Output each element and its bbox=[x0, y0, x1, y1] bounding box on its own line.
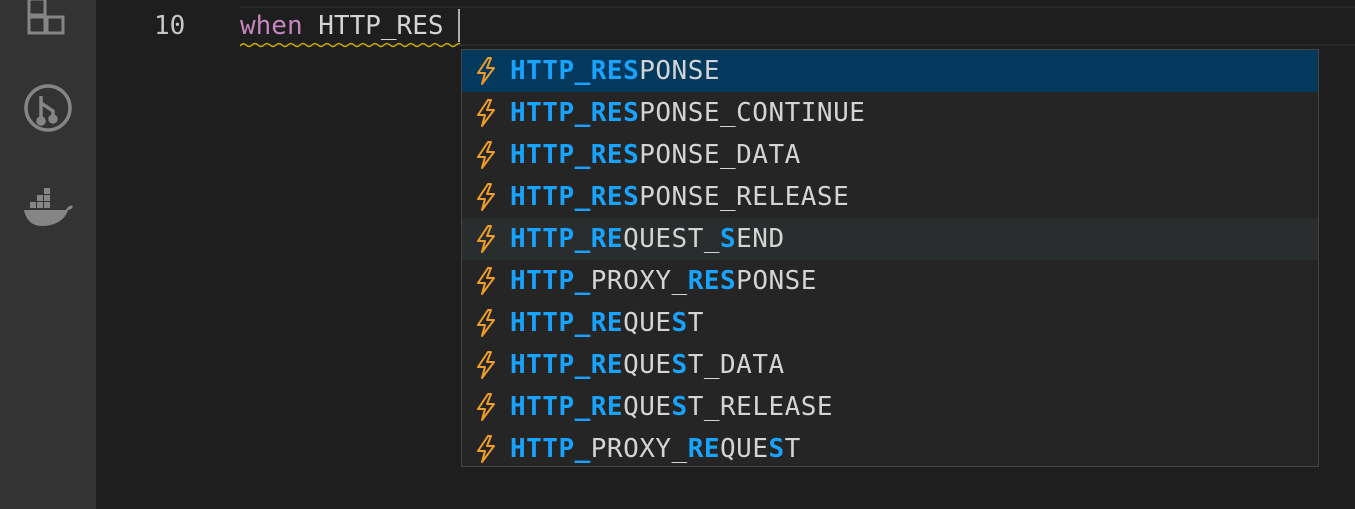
activity-bar bbox=[0, 0, 96, 509]
suggestion-item[interactable]: HTTP_RESPONSE bbox=[462, 50, 1318, 92]
event-icon bbox=[462, 134, 510, 176]
suggestion-item[interactable]: HTTP_REQUEST_DATA bbox=[462, 344, 1318, 386]
suggestion-label: HTTP_PROXY_REQUEST bbox=[510, 434, 801, 464]
suggestion-label: HTTP_REQUEST_RELEASE bbox=[510, 392, 834, 422]
event-icon bbox=[462, 302, 510, 344]
suggestion-label: HTTP_RESPONSE bbox=[510, 56, 721, 86]
suggestion-item[interactable]: HTTP_PROXY_RESPONSE bbox=[462, 260, 1318, 302]
suggestion-label: HTTP_REQUEST_DATA bbox=[510, 350, 785, 380]
identifier-token: HTTP_RES bbox=[302, 11, 444, 41]
keyword-token: when bbox=[240, 11, 303, 41]
event-icon bbox=[462, 386, 510, 428]
extensions-icon[interactable] bbox=[22, 0, 74, 44]
suggestion-item[interactable]: HTTP_REQUEST_RELEASE bbox=[462, 386, 1318, 428]
suggestion-label: HTTP_RESPONSE_DATA bbox=[510, 140, 801, 170]
suggestion-item[interactable]: HTTP_REQUEST bbox=[462, 302, 1318, 344]
event-icon bbox=[462, 50, 510, 92]
text-cursor bbox=[458, 9, 460, 42]
suggestion-widget[interactable]: HTTP_RESPONSE HTTP_RESPONSE_CONTINUE HTTP_… bbox=[461, 49, 1319, 467]
suggestion-label: HTTP_REQUEST_SEND bbox=[510, 224, 785, 254]
event-icon bbox=[462, 176, 510, 218]
docker-icon[interactable] bbox=[22, 182, 74, 234]
suggestion-item[interactable]: HTTP_RESPONSE_CONTINUE bbox=[462, 92, 1318, 134]
suggestion-label: HTTP_RESPONSE_RELEASE bbox=[510, 182, 850, 212]
event-icon bbox=[462, 92, 510, 134]
suggestion-label: HTTP_PROXY_RESPONSE bbox=[510, 266, 817, 296]
suggestion-item[interactable]: HTTP_PROXY_REQUEST bbox=[462, 428, 1318, 466]
suggestion-item[interactable]: HTTP_RESPONSE_RELEASE bbox=[462, 176, 1318, 218]
line-number: 10 bbox=[154, 11, 186, 41]
suggestion-label: HTTP_REQUEST bbox=[510, 308, 704, 338]
event-icon bbox=[462, 344, 510, 386]
git-graph-icon[interactable] bbox=[22, 82, 74, 134]
event-icon bbox=[462, 260, 510, 302]
suggestion-item[interactable]: HTTP_REQUEST_SEND bbox=[462, 218, 1318, 260]
suggestion-item[interactable]: HTTP_RESPONSE_DATA bbox=[462, 134, 1318, 176]
suggestion-label: HTTP_RESPONSE_CONTINUE bbox=[510, 98, 866, 128]
event-icon bbox=[462, 428, 510, 466]
warning-squiggle bbox=[240, 42, 460, 48]
code-line[interactable]: when HTTP_RES bbox=[240, 8, 444, 44]
event-icon bbox=[462, 218, 510, 260]
